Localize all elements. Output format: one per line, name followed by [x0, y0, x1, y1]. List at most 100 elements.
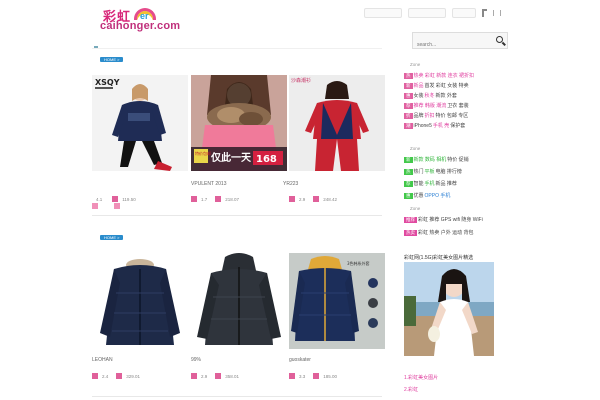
product-photo-vest: 沙森潮衫 — [289, 75, 385, 171]
sidebar-tag: 新 — [404, 82, 413, 89]
bottom-link[interactable]: 2.彩虹 — [404, 386, 418, 393]
product-card[interactable]: LEOHAN 2.4 329.01 — [92, 253, 188, 379]
sidebar-tag: 潮 — [404, 122, 413, 129]
sidebar-link-text: 新款 外套 — [435, 93, 457, 99]
sidebar-link[interactable]: 热热门 平板 电脑 排行榜 — [404, 168, 462, 175]
fav-icon[interactable] — [114, 203, 120, 209]
banner-small: 特价包邮 — [195, 150, 211, 156]
cart-icon[interactable] — [313, 196, 320, 202]
sidebar-link[interactable]: 荐推荐 韩版 潮流 卫衣 套装 — [404, 102, 469, 109]
rating-value: 4.1 — [96, 196, 103, 202]
sidebar-link-text: 新品 — [413, 83, 424, 89]
product-card[interactable]: 沙森潮衫 YR223 2.9 248.42 — [283, 75, 385, 202]
sidebar-tag: 荐 — [404, 180, 413, 187]
product-photo-hooded-jacket — [191, 253, 287, 349]
heart-icon[interactable] — [191, 373, 197, 379]
sidebar-link[interactable]: 荐智能 手机 新品 推荐 — [404, 180, 457, 187]
sidebar-link[interactable]: 惠优惠 OPPO 手机 — [404, 192, 451, 199]
heart-icon[interactable] — [92, 373, 98, 379]
search-input[interactable] — [413, 37, 493, 53]
heart-icon[interactable] — [112, 196, 119, 202]
sidebar-tag: 荐 — [404, 102, 413, 109]
cart-icon[interactable] — [313, 373, 320, 379]
section-tag[interactable]: HOME > — [100, 235, 124, 240]
product-title[interactable]: LEOHAN — [92, 357, 113, 363]
zone-label: Zone — [410, 146, 421, 151]
sidebar-link-text: 手机 壳 — [432, 123, 450, 129]
product-card[interactable]: 特价包邮 仅此一天 168 VPULENT 2013 1.7 218.07 — [191, 75, 287, 202]
product-title[interactable]: 99% — [191, 357, 201, 363]
sidebar-link-text: 优惠 — [413, 193, 424, 199]
product-title[interactable]: YR223 — [283, 181, 298, 187]
sidebar-link-text: 推荐 韩版 潮流 — [413, 103, 447, 109]
sidebar-link[interactable]: 推荐 彩虹 推荐 GPS wifi 随身 WiFi — [404, 216, 483, 223]
sidebar-link[interactable]: 新新款 数码 相机 特价 促销 — [404, 156, 469, 163]
sidebar-link-text: OPPO 手机 — [424, 193, 451, 199]
sidebar-link-text: 新款 数码 相机 — [413, 157, 447, 163]
sidebar-tag: 热 — [404, 168, 413, 175]
search-icon[interactable] — [496, 36, 503, 43]
promo-title[interactable]: 彩虹网(1.5G)彩虹美女图片精选 — [404, 254, 473, 261]
product-image[interactable] — [191, 253, 287, 349]
product-image[interactable]: XSQY — [92, 75, 188, 171]
section-tag[interactable]: HOME > — [100, 57, 124, 62]
bottom-link[interactable]: 1.彩虹美女图片 — [404, 374, 438, 381]
sidebar-link[interactable]: 惠女装 秋冬 新款 外套 — [404, 92, 457, 99]
cart-icon[interactable] — [116, 373, 123, 379]
cart-icon[interactable] — [215, 373, 222, 379]
top-select-box[interactable] — [452, 8, 476, 18]
product-photo-hoodie: XSQY — [92, 75, 188, 171]
cart-icon[interactable] — [92, 203, 98, 209]
heart-icon[interactable] — [191, 196, 197, 202]
sidebar-link-text: 智能 — [413, 181, 424, 187]
price-value: 358.01 — [225, 373, 240, 379]
product-title[interactable]: VPULENT 2013 — [191, 181, 226, 187]
rating-value: 3.3 — [299, 373, 306, 379]
sidebar-link-text: 热门 — [413, 169, 424, 175]
sidebar-link-text: 新品 推荐 — [435, 181, 457, 187]
product-image[interactable]: 沙森潮衫 — [289, 75, 385, 171]
sidebar-link-text: 彩虹 推荐 GPS wifi 随身 WiFi — [418, 217, 483, 223]
header-divider — [92, 48, 382, 49]
promo-image[interactable] — [404, 262, 494, 356]
heart-icon[interactable] — [289, 196, 295, 202]
product-image[interactable] — [92, 253, 188, 349]
heart-icon[interactable] — [289, 373, 295, 379]
sidebar-link[interactable]: 新新品 首发 彩虹 女装 特卖 — [404, 82, 469, 89]
product-meta: 1.7 218.07 — [191, 196, 239, 202]
sidebar-link[interactable]: 潮 iPhone5 手机 壳 保护套 — [404, 122, 465, 129]
product-photo-padded-jacket: 3色韩系外套 — [289, 253, 385, 349]
brand-text: XSQY — [95, 78, 120, 87]
rating-value: 2.9 — [201, 373, 208, 379]
top-link-box[interactable] — [408, 8, 446, 18]
header-marker — [94, 46, 98, 48]
cart-icon[interactable] — [215, 196, 222, 202]
product-photo-navy-jacket — [92, 253, 188, 349]
search-box — [412, 32, 508, 53]
site-logo[interactable]: 彩虹 er caihonger.com — [100, 6, 180, 32]
sidebar-link[interactable]: 折品牌 折扣 特价 包邮 专区 — [404, 112, 468, 119]
product-card[interactable]: 99% 2.9 358.01 — [191, 253, 287, 379]
sidebar-link-text: 手机 — [424, 181, 435, 187]
rating-value: 1.7 — [201, 196, 208, 202]
price-value: 119.50 — [122, 196, 136, 202]
sidebar-tag: 推荐 — [404, 216, 417, 223]
rating-value: 2.9 — [299, 196, 306, 202]
sidebar-link-text: 秋冬 — [424, 93, 435, 99]
top-link-box[interactable] — [364, 8, 402, 18]
sidebar-link-text: 特价 促销 — [447, 157, 469, 163]
corner-icon[interactable] — [482, 9, 487, 17]
product-image[interactable]: 3色韩系外套 — [289, 253, 385, 349]
product-title[interactable]: guoskater — [289, 357, 311, 363]
product-image[interactable]: 特价包邮 仅此一天 168 — [191, 75, 287, 171]
sidebar-tag: 惠 — [404, 92, 413, 99]
corner-text: 沙森潮衫 — [291, 77, 311, 84]
sidebar-link[interactable]: 热热卖 彩虹 新款 连衣 裙折扣 — [404, 72, 474, 79]
separator — [500, 10, 501, 16]
product-card[interactable]: XSQY 4.1 119.50 — [92, 75, 188, 209]
product-card[interactable]: 3色韩系外套 guoskater 3.3 185.00 — [289, 253, 385, 379]
zone-label: Zone — [410, 62, 421, 67]
product-meta: 2.4 329.01 — [92, 373, 140, 379]
zone-label: Zone — [410, 206, 421, 211]
sidebar-link[interactable]: 热卖 彩虹 热卖 户外 运动 背包 — [404, 229, 474, 236]
